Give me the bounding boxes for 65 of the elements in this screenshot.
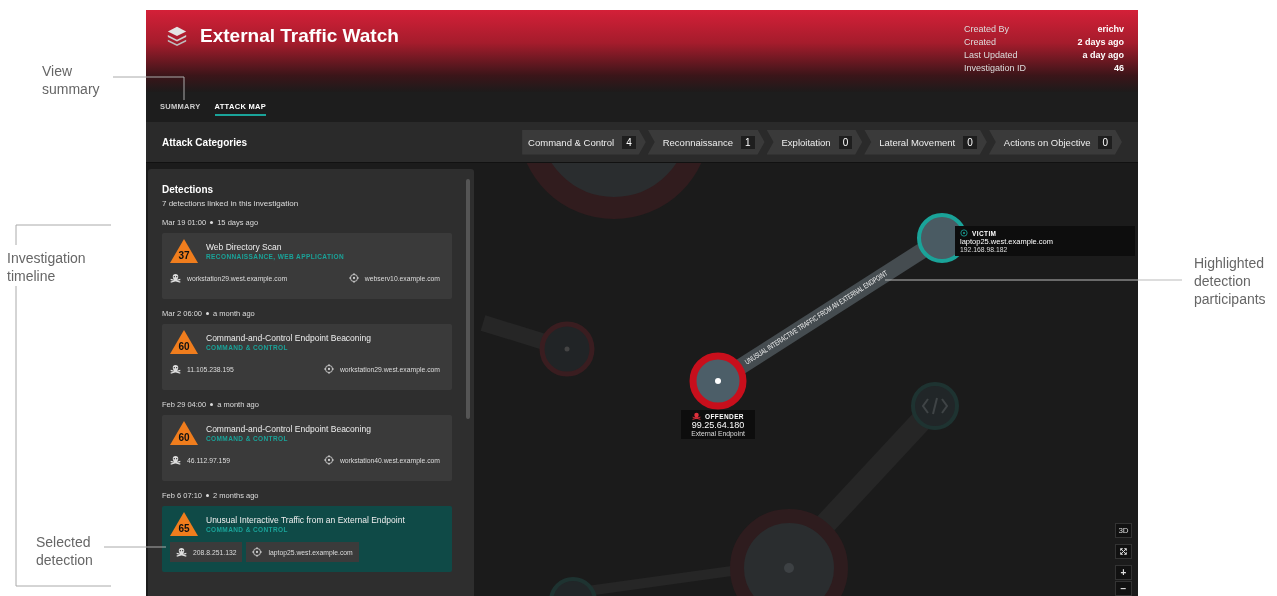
category-step[interactable]: Reconnaissance 1 <box>647 129 765 155</box>
skull-icon <box>170 273 181 283</box>
faded-code-node[interactable] <box>549 577 597 596</box>
faded-node[interactable] <box>539 321 595 377</box>
target-icon <box>960 229 968 237</box>
category-step[interactable]: Command & Control 4 <box>522 129 646 155</box>
callout-text: Investigation timeline <box>7 249 87 285</box>
category-step[interactable]: Actions on Objective 0 <box>988 129 1122 155</box>
bullet-icon <box>206 494 210 497</box>
meta-value: a day ago <box>1081 50 1124 60</box>
detection-name: Command-and-Control Endpoint Beaconing <box>206 424 371 434</box>
3d-view-button[interactable]: 3D <box>1115 523 1132 538</box>
category-label: Lateral Movement <box>879 136 956 148</box>
category-label: Actions on Objective <box>1003 136 1091 148</box>
category-label: Reconnaissance <box>662 136 733 148</box>
target-icon <box>323 364 334 374</box>
target-icon <box>323 455 334 465</box>
detection-name: Command-and-Control Endpoint Beaconing <box>206 333 371 343</box>
category-count: 0 <box>1098 135 1112 149</box>
category-label: Command & Control <box>528 136 615 148</box>
severity-badge: 60 <box>170 330 198 354</box>
category-count: 0 <box>963 135 977 149</box>
faded-node[interactable] <box>730 509 848 596</box>
expand-icon <box>1120 548 1127 555</box>
category-label: Exploitation <box>781 136 831 148</box>
section-title: Attack Categories <box>162 136 248 148</box>
node-address: 99.25.64.180 <box>690 420 746 430</box>
severity-badge: 37 <box>170 239 198 263</box>
zoom-out-button[interactable]: − <box>1115 581 1132 596</box>
meta-value: erichv <box>1096 24 1124 34</box>
category-step[interactable]: Lateral Movement 0 <box>864 129 987 155</box>
skull-icon <box>176 547 187 557</box>
layers-icon <box>166 25 188 47</box>
severity-badge: 65 <box>170 512 198 536</box>
skull-icon <box>692 412 701 420</box>
callout-text: View summary <box>42 62 101 98</box>
panel-subtitle: 7 detections linked in this investigation <box>162 199 300 208</box>
meta-label: Investigation ID <box>964 63 1028 73</box>
skull-icon <box>170 455 181 465</box>
target-icon <box>348 273 359 283</box>
scrollbar[interactable] <box>466 179 470 419</box>
page-title: External Traffic Watch <box>200 25 399 47</box>
severity-badge: 60 <box>170 421 198 445</box>
detection-name: Web Directory Scan <box>206 242 283 252</box>
zoom-in-button[interactable]: + <box>1115 565 1132 580</box>
skull-icon <box>170 364 181 374</box>
meta-value: 2 days ago <box>1076 37 1124 47</box>
category-step[interactable]: Exploitation 0 <box>766 129 863 155</box>
category-count: 1 <box>740 135 755 149</box>
meta-value: 46 <box>1113 63 1124 73</box>
detection-name: Unusual Interactive Traffic from an External Endpoint <box>206 515 405 525</box>
callout-text: Selected detection <box>36 533 94 569</box>
callout-text: Highlighted detection participants <box>1194 254 1267 308</box>
meta-label: Created <box>964 37 998 47</box>
panel-title: Detections <box>162 184 215 195</box>
bullet-icon <box>210 403 214 406</box>
meta-label: Last Updated <box>964 50 1019 60</box>
faded-code-node[interactable] <box>911 382 959 430</box>
target-icon <box>252 547 263 557</box>
bullet-icon <box>206 312 210 315</box>
category-count: 4 <box>622 135 636 149</box>
category-count: 0 <box>838 135 853 149</box>
meta-label: Created By <box>964 24 1011 34</box>
bullet-icon <box>210 221 214 224</box>
fullscreen-button[interactable] <box>1115 544 1132 559</box>
